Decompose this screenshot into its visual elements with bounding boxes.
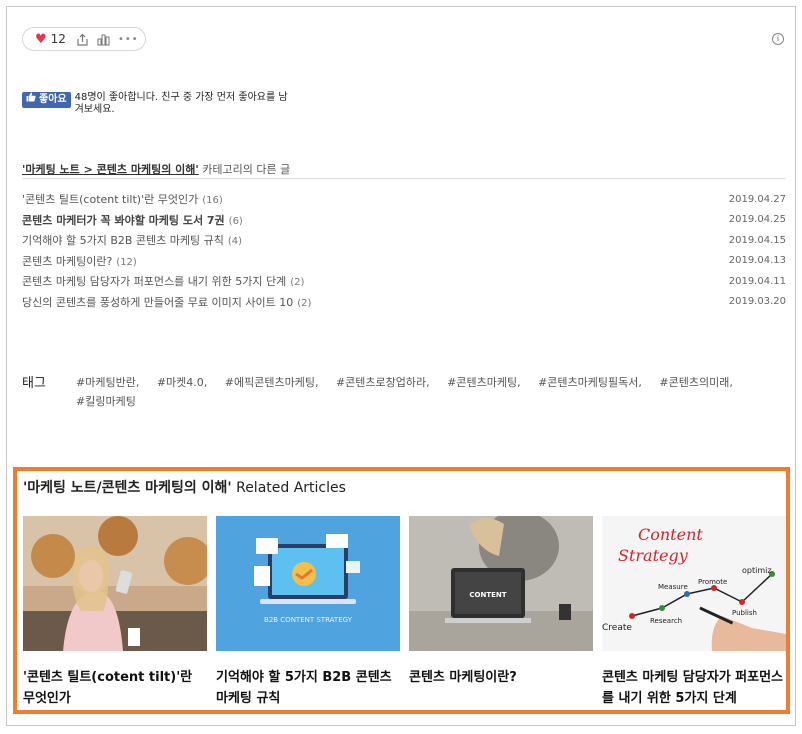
tag-link[interactable]: #킬링마케팅	[76, 395, 136, 408]
post-title-link[interactable]: '콘텐츠 틸트(cotent tilt)'란 무엇인가	[22, 193, 198, 206]
related-card[interactable]: CONTENT 콘텐츠 마케팅이란?	[409, 516, 593, 688]
thumbnail-text: optimiz	[742, 566, 772, 575]
thumbnail-text: Content	[638, 525, 703, 544]
related-title: '마케팅 노트/콘텐츠 마케팅의 이해' Related Articles	[23, 477, 346, 497]
list-item[interactable]: '콘텐츠 틸트(cotent tilt)'란 무엇인가 (16) 2019.04.…	[22, 189, 786, 210]
stats-icon[interactable]	[97, 33, 110, 46]
thumbnail-text: Measure	[658, 583, 688, 591]
thumbnail-text: Research	[650, 617, 682, 625]
comment-count: (6)	[228, 215, 243, 227]
post-date: 2019.04.25	[728, 214, 786, 226]
tag-link[interactable]: #콘텐츠의미래,	[659, 376, 732, 389]
related-category: '마케팅 노트/콘텐츠 마케팅의 이해'	[23, 480, 232, 496]
like-count: 12	[50, 32, 66, 46]
post-title-link[interactable]: 기억해야 할 5가지 B2B 콘텐츠 마케팅 규칙	[22, 234, 224, 247]
tag-link[interactable]: #마케팅반란,	[76, 376, 139, 389]
related-caption[interactable]: 콘텐츠 마케팅 담당자가 퍼포먼스를 내기 위한 5가지 단계	[602, 667, 786, 709]
facebook-like-button[interactable]: 좋아요	[22, 92, 71, 108]
list-item[interactable]: 당신의 콘텐츠를 풍성하게 만들어줄 무료 이미지 사이트 10 (2) 2019…	[22, 292, 786, 313]
category-heading: '마케팅 노트 > 콘텐츠 마케팅의 이해' 카테고리의 다른 글	[22, 161, 290, 177]
article-thumbnail[interactable]: CONTENT	[409, 516, 593, 651]
list-item[interactable]: 기억해야 할 5가지 B2B 콘텐츠 마케팅 규칙 (4) 2019.04.15	[22, 230, 786, 251]
article-thumbnail[interactable]: B2B CONTENT STRATEGY	[216, 516, 400, 651]
tag-list: #마케팅반란, #마켓4.0, #에픽콘텐츠마케팅, #콘텐츠로창업하라, #콘…	[76, 373, 776, 411]
related-card[interactable]: B2B CONTENT STRATEGY 기억해야 할 5가지 B2B 콘텐츠 …	[216, 516, 400, 709]
tag-link[interactable]: #콘텐츠마케팅필독서,	[538, 376, 642, 389]
tags-label: 태그	[22, 376, 46, 391]
category-path-link[interactable]: '마케팅 노트 > 콘텐츠 마케팅의 이해'	[22, 163, 199, 176]
post-title-link[interactable]: 당신의 콘텐츠를 풍성하게 만들어줄 무료 이미지 사이트 10	[22, 296, 293, 309]
thumbnail-text: Strategy	[618, 546, 689, 565]
heart-icon[interactable]: ♥	[35, 33, 47, 46]
related-caption[interactable]: '콘텐츠 틸트(cotent tilt)'란 무엇인가	[23, 667, 207, 709]
thumbnail-text: B2B CONTENT STRATEGY	[264, 616, 353, 624]
post-date: 2019.04.11	[728, 275, 786, 287]
comment-count: (12)	[116, 256, 137, 268]
related-caption[interactable]: 콘텐츠 마케팅이란?	[409, 667, 593, 688]
reaction-bar: ♥ 12 •••	[22, 27, 146, 51]
comment-count: (2)	[297, 297, 312, 309]
related-card[interactable]: '콘텐츠 틸트(cotent tilt)'란 무엇인가	[23, 516, 207, 709]
related-caption[interactable]: 기억해야 할 5가지 B2B 콘텐츠 마케팅 규칙	[216, 667, 400, 709]
post-date: 2019.04.27	[728, 193, 786, 205]
divider	[22, 178, 786, 179]
tag-link[interactable]: #콘텐츠로창업하라,	[336, 376, 430, 389]
related-title-suffix: Related Articles	[231, 480, 346, 496]
list-item[interactable]: 콘텐츠 마케팅 담당자가 퍼포먼스를 내기 위한 5가지 단계 (2) 2019.…	[22, 271, 786, 292]
post-date: 2019.04.15	[728, 234, 786, 246]
list-item[interactable]: 콘텐츠 마케터가 꼭 봐야할 마케팅 도서 7권 (6) 2019.04.25	[22, 210, 786, 231]
article-thumbnail[interactable]	[23, 516, 207, 651]
thumbs-up-icon	[26, 92, 36, 108]
thumbnail-text: Publish	[732, 609, 757, 617]
category-heading-suffix: 카테고리의 다른 글	[198, 163, 291, 176]
category-post-list: '콘텐츠 틸트(cotent tilt)'란 무엇인가 (16) 2019.04.…	[22, 189, 786, 312]
post-title-link[interactable]: 콘텐츠 마케팅 담당자가 퍼포먼스를 내기 위한 5가지 단계	[22, 275, 286, 288]
post-title-link[interactable]: 콘텐츠 마케팅이란?	[22, 255, 112, 268]
post-date: 2019.04.13	[728, 255, 786, 267]
facebook-like-label: 좋아요	[39, 94, 67, 105]
comment-count: (2)	[290, 277, 305, 289]
more-icon[interactable]: •••	[118, 34, 139, 45]
facebook-like-widget: 좋아요 48명이 좋아합니다. 친구 중 가장 먼저 좋아요를 남겨보세요.	[22, 92, 290, 116]
article-thumbnail[interactable]: Content Strategy optimiz Promote Measure…	[602, 516, 786, 651]
post-title-link[interactable]: 콘텐츠 마케터가 꼭 봐야할 마케팅 도서 7권	[22, 214, 225, 227]
info-icon[interactable]: i	[772, 33, 784, 45]
tag-link[interactable]: #에픽콘텐츠마케팅,	[225, 376, 319, 389]
thumbnail-text: CONTENT	[469, 591, 506, 599]
comment-count: (4)	[227, 236, 243, 248]
list-item[interactable]: 콘텐츠 마케팅이란? (12) 2019.04.13	[22, 251, 786, 272]
tag-link[interactable]: #마켓4.0,	[157, 376, 207, 389]
comment-count: (16)	[202, 195, 223, 207]
related-card[interactable]: Content Strategy optimiz Promote Measure…	[602, 516, 786, 709]
facebook-like-text: 48명이 좋아합니다. 친구 중 가장 먼저 좋아요를 남겨보세요.	[74, 92, 288, 115]
thumbnail-text: Promote	[698, 578, 727, 586]
tag-link[interactable]: #콘텐츠마케팅,	[447, 376, 520, 389]
post-date: 2019.03.20	[728, 296, 786, 308]
thumbnail-text: Create	[602, 623, 632, 633]
share-icon[interactable]	[76, 33, 89, 46]
related-articles: '마케팅 노트/콘텐츠 마케팅의 이해' Related Articles '콘…	[13, 467, 790, 714]
